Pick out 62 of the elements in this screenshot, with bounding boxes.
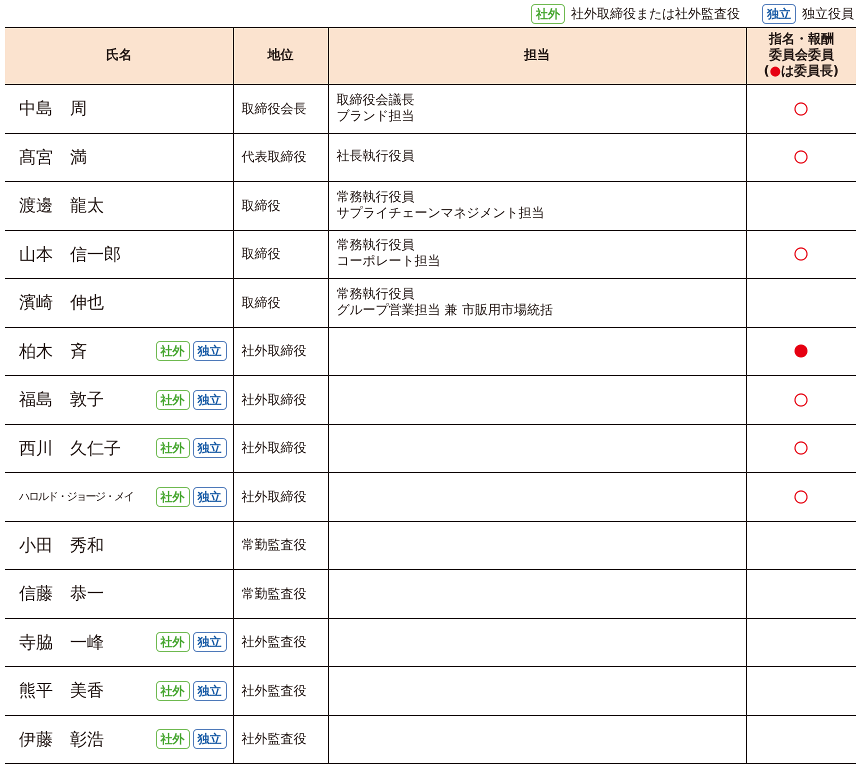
- position-cell: 社外監査役: [233, 618, 328, 666]
- position-cell: 社外監査役: [233, 715, 328, 764]
- tag-badge: 社外: [531, 4, 565, 24]
- tag-badge: 社外: [156, 680, 190, 701]
- tag-badge: 社外: [156, 438, 190, 458]
- tag-badge: 独立: [192, 438, 226, 458]
- column-header: 担当: [328, 28, 746, 84]
- tag-badge: 独立: [192, 729, 226, 750]
- person-name: 柏木 斉: [19, 340, 88, 363]
- column-header: 氏名: [5, 28, 233, 84]
- position-cell: 社外監査役: [233, 666, 328, 715]
- person-name: 伊藤 彰浩: [19, 728, 105, 751]
- position-cell: 取締役会長: [233, 84, 328, 133]
- person-name: 小田 秀和: [19, 534, 105, 557]
- person-name: 熊平 美香: [19, 680, 105, 702]
- duties-cell: 常務執行役員 コーポレート担当: [328, 230, 746, 278]
- person-name: 渡邊 龍太: [19, 195, 105, 218]
- person-name: 福島 敦子: [19, 389, 105, 412]
- tag-badge: 社外: [156, 632, 190, 652]
- person-name: ハロルド・ジョージ・メイ: [19, 489, 134, 504]
- person-name: 濱崎 伸也: [19, 292, 105, 314]
- position-cell: 取締役: [233, 278, 328, 327]
- tag-badge: 独立: [192, 486, 226, 507]
- duties-cell: 常務執行役員 グループ営業担当 兼 市販用市場統括: [328, 278, 746, 327]
- legend-label: 社外取締役または社外監査役: [571, 6, 740, 22]
- tag-badge: 独立: [192, 680, 226, 701]
- circle-icon: [794, 247, 808, 262]
- person-name: 中島 周: [19, 98, 88, 120]
- duties-cell: 取締役会議長 ブランド担当: [328, 84, 746, 133]
- tag-badge: 社外: [156, 729, 190, 750]
- position-cell: 社外取締役: [233, 424, 328, 472]
- circle-icon: [794, 441, 808, 456]
- tag-badge: 社外: [156, 486, 190, 507]
- tag-badge: 社外: [156, 390, 190, 410]
- column-header: 指名・報酬 委員会委員 (●は委員長): [746, 28, 856, 84]
- circle-icon: [794, 490, 808, 504]
- duties-cell: 社長執行役員: [328, 133, 746, 182]
- circle-icon: [794, 392, 808, 407]
- position-cell: 常勤監査役: [233, 570, 328, 618]
- position-cell: 取締役: [233, 182, 328, 230]
- tag-badge: 独立: [762, 4, 796, 24]
- tag-badge: 独立: [192, 390, 226, 410]
- person-name: 髙宮 満: [19, 146, 88, 169]
- circle-icon: [794, 102, 808, 116]
- legend-label: 独立役員: [802, 6, 854, 22]
- position-cell: 社外取締役: [233, 376, 328, 424]
- position-cell: 代表取締役: [233, 133, 328, 182]
- person-name: 山本 信一郎: [19, 244, 122, 266]
- position-cell: 社外取締役: [233, 472, 328, 521]
- circle-icon: [794, 150, 808, 164]
- person-name: 西川 久仁子: [19, 438, 122, 460]
- position-cell: 常勤監査役: [233, 521, 328, 570]
- dot-icon: [794, 344, 808, 358]
- person-name: 寺脇 一峰: [19, 632, 105, 654]
- position-cell: 取締役: [233, 230, 328, 278]
- position-cell: 社外取締役: [233, 327, 328, 376]
- tag-badge: 社外: [156, 341, 190, 362]
- tag-badge: 独立: [192, 632, 226, 652]
- duties-cell: 常務執行役員 サプライチェーンマネジメント担当: [328, 182, 746, 230]
- tag-badge: 独立: [192, 341, 226, 362]
- person-name: 信藤 恭一: [19, 583, 105, 606]
- column-header: 地位: [233, 28, 328, 84]
